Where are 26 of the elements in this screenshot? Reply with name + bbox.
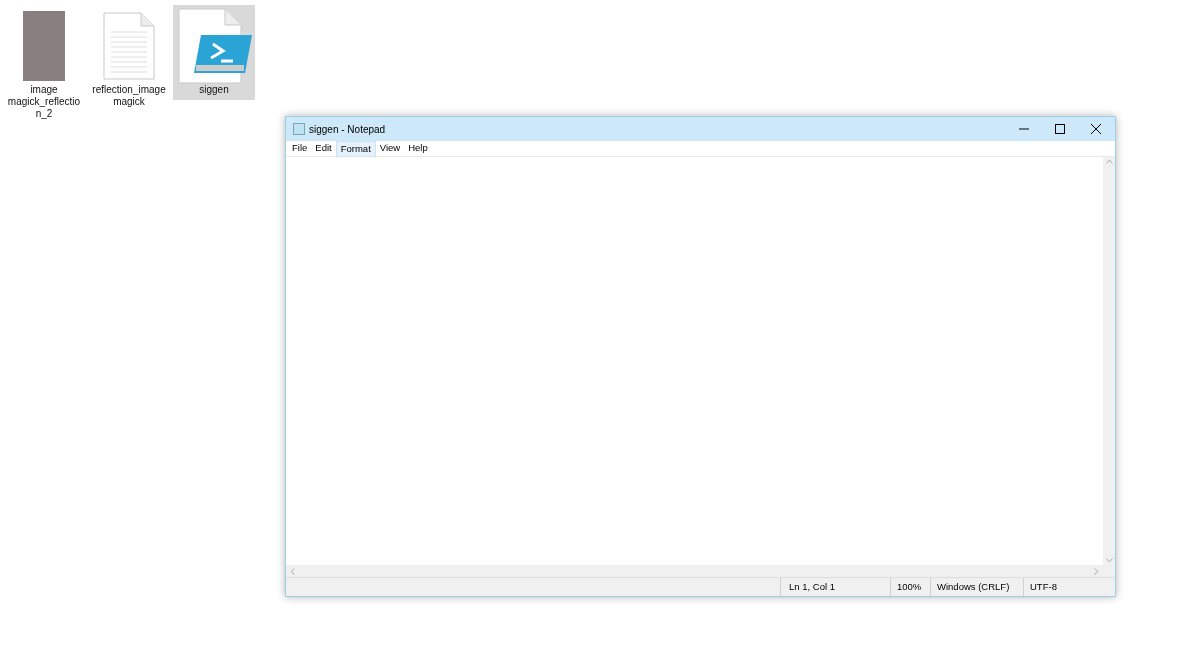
line-endings: Windows (CRLF) — [930, 578, 1023, 596]
desktop-icon[interactable]: image magick_reflectio n_2 — [3, 5, 85, 124]
encoding: UTF-8 — [1023, 578, 1115, 596]
icon-label: siggen — [198, 84, 230, 96]
menu-item[interactable]: Edit — [311, 140, 336, 157]
menu-item[interactable]: Help — [404, 140, 432, 157]
maximize-icon — [1055, 124, 1065, 134]
menu-item[interactable]: File — [288, 140, 312, 157]
vertical-scrollbar[interactable] — [1103, 157, 1115, 565]
scroll-left-icon[interactable] — [290, 567, 295, 575]
scroll-down-icon[interactable] — [1105, 558, 1113, 563]
desktop-icon[interactable]: reflection_image magick — [88, 5, 170, 112]
icon-label: reflection_image magick — [91, 84, 167, 108]
scroll-up-icon[interactable] — [1105, 159, 1113, 164]
zoom-level: 100% — [890, 578, 930, 596]
close-icon — [1091, 124, 1101, 134]
desktop-icon[interactable]: siggen — [173, 5, 255, 100]
icon-label: image magick_reflectio n_2 — [6, 84, 82, 120]
photo-placeholder — [23, 11, 65, 81]
scroll-right-icon[interactable] — [1094, 567, 1099, 575]
menu-item[interactable]: View — [375, 140, 405, 157]
script-file-icon — [175, 8, 253, 84]
notepad-icon — [293, 123, 305, 135]
text-document-icon — [103, 12, 155, 80]
window-title: siggen - Notepad — [309, 122, 386, 137]
cursor-position: Ln 1, Col 1 — [780, 578, 890, 596]
